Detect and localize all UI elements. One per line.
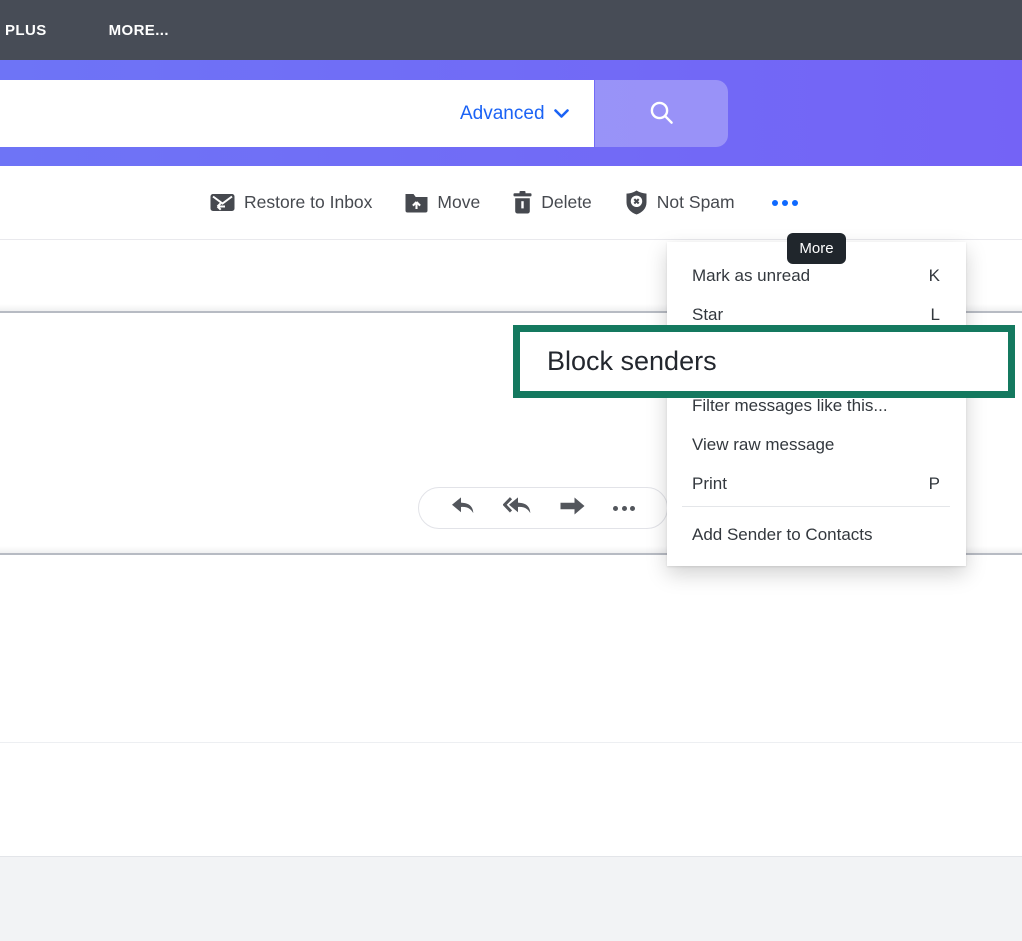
menu-divider <box>682 506 950 507</box>
move-label: Move <box>437 192 480 213</box>
pill-more-button[interactable] <box>613 506 635 511</box>
forward-button[interactable] <box>560 497 585 520</box>
menu-item-shortcut: L <box>931 305 940 325</box>
advanced-search-toggle[interactable]: Advanced <box>460 80 569 147</box>
reply-all-icon <box>503 496 532 521</box>
not-spam-label: Not Spam <box>657 192 735 213</box>
reply-all-button[interactable] <box>503 496 532 521</box>
delete-label: Delete <box>541 192 592 213</box>
menu-item-label: Print <box>692 474 727 494</box>
nav-item-more[interactable]: MORE... <box>109 22 169 39</box>
reply-icon <box>451 496 475 521</box>
block-senders-highlight-label: Block senders <box>547 346 717 377</box>
menu-item-add-sender-to-contacts[interactable]: Add Sender to Contacts <box>692 515 940 554</box>
message-toolbar: Restore to Inbox Move Delete <box>0 166 1022 240</box>
content-divider <box>0 742 1022 743</box>
menu-item-view-raw-message[interactable]: View raw message <box>692 425 940 464</box>
advanced-label: Advanced <box>460 103 545 125</box>
chevron-down-icon <box>554 103 569 125</box>
search-button[interactable] <box>595 80 728 147</box>
menu-item-shortcut: P <box>929 474 940 494</box>
more-tooltip: More <box>787 233 846 264</box>
move-button[interactable]: Move <box>405 192 480 213</box>
search-band: Advanced <box>0 60 1022 166</box>
top-navigation-bar: PLUS MORE... <box>0 0 1022 60</box>
trash-icon <box>513 191 532 214</box>
message-actions-pill <box>418 487 668 529</box>
footer-strip <box>0 856 1022 941</box>
menu-item-label: Star <box>692 305 723 325</box>
more-dots-icon <box>613 506 635 511</box>
block-senders-highlight-box[interactable]: Block senders <box>513 325 1015 398</box>
menu-item-label: Add Sender to Contacts <box>692 525 873 545</box>
menu-item-label: Filter messages like this... <box>692 396 888 416</box>
delete-button[interactable]: Delete <box>513 191 592 214</box>
forward-icon <box>560 497 585 520</box>
shield-x-icon <box>625 190 648 215</box>
restore-to-inbox-button[interactable]: Restore to Inbox <box>210 192 372 213</box>
tooltip-label: More <box>799 240 833 257</box>
menu-item-label: Mark as unread <box>692 266 810 286</box>
restore-to-inbox-label: Restore to Inbox <box>244 192 372 213</box>
menu-item-label: View raw message <box>692 435 834 455</box>
not-spam-button[interactable]: Not Spam <box>625 190 735 215</box>
search-icon <box>648 99 675 129</box>
more-dots-icon <box>772 200 778 206</box>
reply-button[interactable] <box>451 496 475 521</box>
more-dropdown-menu: Mark as unread K Star L Block senders Fi… <box>667 242 966 566</box>
menu-item-shortcut: K <box>929 266 940 286</box>
nav-item-plus[interactable]: PLUS <box>5 22 47 39</box>
menu-item-print[interactable]: Print P <box>692 464 940 503</box>
move-folder-icon <box>405 192 428 213</box>
restore-inbox-icon <box>210 192 235 213</box>
toolbar-more-button[interactable] <box>768 194 802 212</box>
